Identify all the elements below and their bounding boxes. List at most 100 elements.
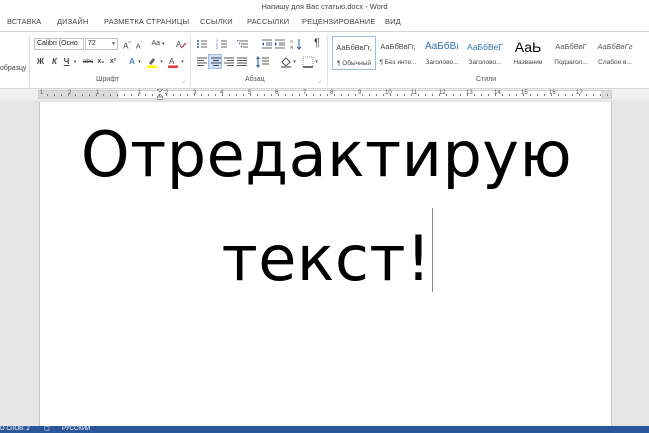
style-name: Подзагол... <box>554 59 588 66</box>
dialog-launcher-icon[interactable]: ⌟ <box>182 77 185 84</box>
underline-dropdown-icon[interactable]: ▾ <box>72 56 78 68</box>
document-page[interactable]: Отредактирую текст! <box>39 102 612 426</box>
align-center-icon[interactable] <box>208 54 222 69</box>
ruler-tick <box>397 94 398 96</box>
borders-icon[interactable] <box>302 56 314 68</box>
indent-marker-icon[interactable] <box>157 89 163 100</box>
word-count[interactable]: О СЛОВ: 2 <box>0 426 30 433</box>
style-heading-2[interactable]: АаБбВеГ Заголово... <box>463 36 507 70</box>
ruler-number: 16 <box>549 90 556 96</box>
style-sample: АаБбВвГг, <box>380 42 416 51</box>
document-workspace: Отредактирую текст! <box>0 100 649 426</box>
numbering-icon[interactable]: 123 <box>216 38 229 50</box>
ruler-tick <box>460 94 461 96</box>
ruler-tick <box>138 94 139 96</box>
ruler-tick <box>579 94 580 96</box>
bullets-icon[interactable] <box>196 38 209 50</box>
line-spacing-icon[interactable] <box>256 56 270 68</box>
ruler-number: 9 <box>358 90 362 96</box>
proofing-icon[interactable]: ▢ <box>44 426 50 433</box>
increase-indent-icon[interactable] <box>274 38 286 50</box>
ruler-tick <box>530 94 531 96</box>
dialog-launcher-icon[interactable]: ⌟ <box>318 77 321 84</box>
ruler-tick <box>54 94 55 96</box>
style-name: Заголово... <box>425 59 459 66</box>
grow-font-button[interactable]: A^ <box>122 38 132 51</box>
font-name-combo[interactable]: Calibri (Осно <box>34 38 84 50</box>
align-left-icon[interactable] <box>196 56 208 68</box>
document-text-line-2[interactable]: текст! <box>40 222 613 295</box>
ruler-tick <box>103 94 104 96</box>
style-subtitle[interactable]: АаБбВвГ Подзагол... <box>549 36 593 70</box>
ruler-tick <box>481 94 482 96</box>
document-text-line-1[interactable]: Отредактирую <box>40 118 613 191</box>
style-normal[interactable]: АаБбВвГг, ¶ Обычный <box>332 36 376 70</box>
tab-review[interactable]: РЕЦЕНЗИРОВАНИЕ <box>302 17 376 26</box>
chevron-down-icon[interactable]: ▾ <box>137 56 142 68</box>
tab-view[interactable]: ВИД <box>385 17 401 26</box>
decrease-indent-icon[interactable] <box>261 38 273 50</box>
bold-button[interactable]: Ж <box>36 56 45 68</box>
language-indicator[interactable]: РУССКИЙ <box>62 426 90 433</box>
style-name: Слабое в... <box>598 59 632 66</box>
tab-mailings[interactable]: РАССЫЛКИ <box>247 17 289 26</box>
shading-icon[interactable] <box>280 56 292 68</box>
shrink-font-button[interactable]: Aˇ <box>134 38 144 50</box>
show-marks-button[interactable]: ¶ <box>311 37 323 49</box>
tab-design[interactable]: ДИЗАЙН <box>57 17 88 26</box>
chevron-down-icon[interactable]: ▾ <box>180 56 185 68</box>
ruler-tick <box>495 94 496 96</box>
ruler-tick <box>68 94 69 96</box>
change-case-button[interactable]: Aa ▾ <box>150 38 166 50</box>
multilevel-list-icon[interactable] <box>237 38 250 50</box>
strikethrough-button[interactable]: abc <box>81 56 95 68</box>
ruler-tick <box>446 94 447 96</box>
style-sample: АаБбВвГг, <box>336 43 372 52</box>
ruler-number: 1 <box>40 90 44 96</box>
ruler-tick <box>250 94 251 96</box>
font-size-value: 72 <box>88 40 96 47</box>
justify-icon[interactable] <box>236 56 248 68</box>
highlight-color-button[interactable] <box>146 56 158 68</box>
chevron-down-icon[interactable]: ▾ <box>292 56 297 68</box>
ruler-tick <box>600 94 601 96</box>
ruler-tick <box>411 94 412 96</box>
ruler-tick <box>572 94 573 96</box>
ruler-tick <box>285 94 286 96</box>
align-right-icon[interactable] <box>223 56 235 68</box>
font-color-button[interactable]: A <box>167 56 179 68</box>
clear-formatting-icon[interactable]: A <box>175 38 187 50</box>
subscript-button[interactable]: x₂ <box>96 56 106 68</box>
ruler-tick <box>229 94 230 96</box>
style-sample: АаБбВвГ <box>555 42 587 51</box>
tab-references[interactable]: ССЫЛКИ <box>200 17 233 26</box>
horizontal-ruler[interactable]: 1 2 1 1 2 3 4 5 6 7 8 9 10 11 12 13 14 1… <box>38 89 612 100</box>
sort-icon[interactable]: AЯ <box>290 38 302 50</box>
format-painter-button[interactable]: образцу <box>0 63 26 75</box>
style-name: Заголово... <box>468 59 502 66</box>
tab-insert[interactable]: ВСТАВКА <box>7 17 41 26</box>
ruler-tick <box>341 94 342 96</box>
ruler-tick <box>75 94 76 96</box>
ruler-tick <box>292 94 293 96</box>
text-effects-button[interactable]: A <box>127 56 137 68</box>
italic-button[interactable]: К <box>50 56 59 68</box>
underline-button[interactable]: Ч <box>62 56 71 68</box>
style-subtle-emphasis[interactable]: АаБбВвГг Слабое в... <box>593 36 637 70</box>
text-cursor <box>432 208 433 292</box>
font-size-combo[interactable]: 72 ▼ <box>85 38 118 50</box>
superscript-button[interactable]: x² <box>108 56 118 68</box>
style-heading-1[interactable]: АаБбВı Заголово... <box>420 36 464 70</box>
chevron-down-icon[interactable]: ▾ <box>159 56 164 68</box>
style-no-spacing[interactable]: АаБбВвГг, ¶ Без инте... <box>376 36 420 70</box>
ruler-tick <box>201 94 202 96</box>
styles-group-label: Стили <box>476 76 497 83</box>
style-sample: АаЬ <box>514 39 542 55</box>
ruler-tick <box>565 94 566 96</box>
style-title[interactable]: АаЬ Название <box>506 36 550 70</box>
ruler-tick <box>306 94 307 96</box>
ruler-tick <box>390 94 391 96</box>
chevron-down-icon[interactable]: ▾ <box>314 56 319 68</box>
ruler-tick <box>264 94 265 96</box>
tab-layout[interactable]: РАЗМЕТКА СТРАНИЦЫ <box>104 17 189 26</box>
